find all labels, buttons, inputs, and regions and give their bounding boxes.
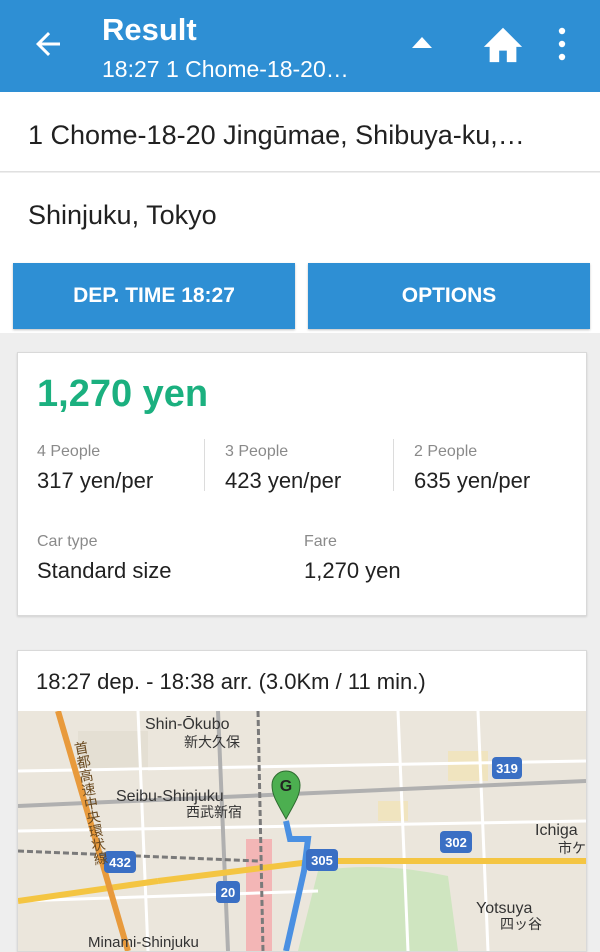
split-value: 635 yen/per xyxy=(414,468,531,493)
map-label-seibu-shinjuku: Seibu-Shinjuku xyxy=(116,788,224,805)
route-number: 319 xyxy=(496,761,518,776)
split-label: 2 People xyxy=(414,443,478,460)
app-bar: Result 18:27 1 Chome-18-20… xyxy=(0,0,600,92)
origin-field[interactable]: 1 Chome-18-20 Jingūmae, Shibuya-ku,… xyxy=(0,92,600,172)
triangle-up-icon[interactable] xyxy=(410,34,434,50)
route-card: 18:27 dep. - 18:38 arr. (3.0Km / 11 min.… xyxy=(17,650,587,952)
goal-marker-label: G xyxy=(280,778,292,795)
map-label-ichigaya: Ichiga xyxy=(535,822,578,839)
map-canvas: G 319 302 305 432 20 Shin-Ōkubo 新大久保 Sei… xyxy=(18,711,586,951)
car-type: Car type Standard size xyxy=(37,533,172,584)
route-number: 305 xyxy=(311,853,333,868)
map-label-seibu-shinjuku-jp: 西武新宿 xyxy=(186,804,242,820)
fare: Fare 1,270 yen xyxy=(304,533,401,584)
total-fare: 1,270 yen xyxy=(37,373,209,415)
fare-label: Fare xyxy=(304,533,337,550)
divider xyxy=(204,439,205,491)
split-label: 4 People xyxy=(37,443,101,460)
route-number: 20 xyxy=(221,885,235,900)
more-vertical-icon[interactable] xyxy=(552,26,572,62)
station-area xyxy=(246,839,272,951)
route-shield-20: 20 xyxy=(216,881,240,903)
map-label-yotsuya: Yotsuya xyxy=(476,900,532,917)
fare-value: 1,270 yen xyxy=(304,558,401,583)
map-label-yotsuya-jp: 四ッ谷 xyxy=(500,916,542,932)
map-label-ichigaya-jp: 市ケ xyxy=(558,840,586,856)
options-button[interactable]: OPTIONS xyxy=(308,263,590,329)
route-shield-305: 305 xyxy=(306,849,338,871)
car-type-value: Standard size xyxy=(37,558,172,583)
route-shield-319: 319 xyxy=(492,757,522,779)
page-title: Result xyxy=(102,12,197,47)
split-value: 317 yen/per xyxy=(37,468,154,493)
route-number: 432 xyxy=(109,855,131,870)
route-shield-302: 302 xyxy=(440,831,472,853)
destination-field[interactable]: Shinjuku, Tokyo xyxy=(0,173,600,255)
split-label: 3 People xyxy=(225,443,289,460)
arrow-left-icon[interactable] xyxy=(30,26,66,62)
action-button-row: DEP. TIME 18:27 OPTIONS xyxy=(0,255,600,333)
split-3-people: 3 People 423 yen/per xyxy=(225,443,341,494)
divider xyxy=(393,439,394,491)
route-number: 302 xyxy=(445,835,467,850)
split-value: 423 yen/per xyxy=(225,468,342,493)
map-label-shin-okubo-jp: 新大久保 xyxy=(184,734,240,750)
route-map[interactable]: G 319 302 305 432 20 Shin-Ōkubo 新大久保 Sei… xyxy=(18,711,586,951)
fare-card: 1,270 yen 4 People 317 yen/per 3 People … xyxy=(17,352,587,616)
car-type-label: Car type xyxy=(37,533,98,550)
map-label-shin-okubo: Shin-Ōkubo xyxy=(145,715,230,733)
page-subtitle: 18:27 1 Chome-18-20… xyxy=(102,56,349,82)
split-2-people: 2 People 635 yen/per xyxy=(414,443,530,494)
departure-time-button[interactable]: DEP. TIME 18:27 xyxy=(13,263,295,329)
home-icon[interactable] xyxy=(480,22,526,64)
route-summary: 18:27 dep. - 18:38 arr. (3.0Km / 11 min.… xyxy=(36,669,426,694)
split-4-people: 4 People 317 yen/per xyxy=(37,443,153,494)
